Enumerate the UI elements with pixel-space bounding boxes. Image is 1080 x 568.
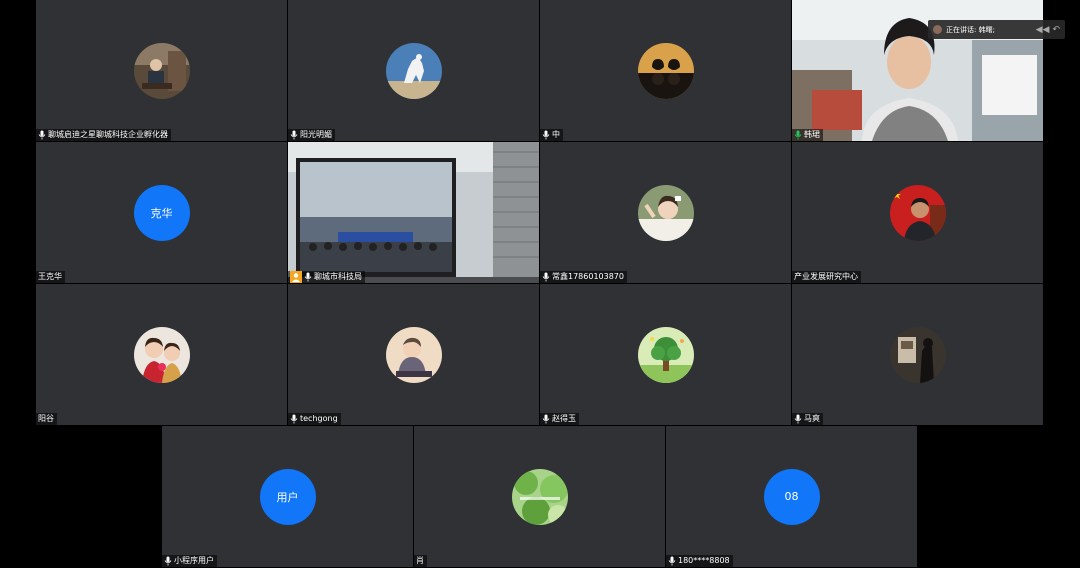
microphone-icon (668, 556, 676, 566)
participant-label: 王克华 (36, 271, 65, 283)
participant-tile[interactable]: 用户 小程序用户 (162, 426, 413, 567)
avatar (889, 184, 946, 241)
speaking-indicator[interactable]: 正在讲话: 韩曙; ◀◀ ↶ (928, 20, 1065, 39)
microphone-icon (164, 556, 172, 566)
participant-label: 产业发展研究中心 (792, 271, 861, 283)
participant-name: 赵得玉 (552, 414, 576, 423)
microphone-icon (290, 414, 298, 424)
participant-tile[interactable]: techgong (288, 284, 539, 425)
participant-label: 阳光明媚 (288, 129, 335, 141)
participant-label: 阳谷 (36, 413, 57, 425)
participant-tile[interactable]: 马爽 (792, 284, 1043, 425)
avatar (385, 326, 442, 383)
avatar (637, 184, 694, 241)
host-icon (290, 271, 302, 283)
participant-name: 聊城启迪之星聊城科技企业孵化器 (48, 130, 168, 139)
participant-tile[interactable]: 赵得玉 (540, 284, 791, 425)
participant-name: 韩珺 (804, 130, 820, 139)
microphone-icon (290, 130, 298, 140)
participant-name: 聊城市科技局 (314, 272, 362, 281)
avatar (385, 42, 442, 99)
participant-tile[interactable]: 聊城启迪之星聊城科技企业孵化器 (36, 0, 287, 141)
participant-tile[interactable]: 阳谷 (36, 284, 287, 425)
participant-name: 产业发展研究中心 (794, 272, 858, 281)
participant-label: 常鑫17860103870 (540, 271, 627, 283)
participant-label: 韩珺 (792, 129, 823, 141)
participant-tile[interactable]: 常鑫17860103870 (540, 142, 791, 283)
avatar: 用户 (259, 468, 316, 525)
microphone-icon (542, 130, 550, 140)
avatar (637, 326, 694, 383)
participant-tile[interactable]: 产业发展研究中心 (792, 142, 1043, 283)
participant-label: 中 (540, 129, 563, 141)
participant-label: 聊城市科技局 (288, 271, 365, 283)
avatar (889, 326, 946, 383)
participant-tile[interactable]: 肖 (414, 426, 665, 567)
participant-name: 小程序用户 (174, 556, 214, 565)
participant-label: 马爽 (792, 413, 823, 425)
participant-label: 小程序用户 (162, 555, 217, 567)
microphone-icon (542, 414, 550, 424)
participant-tile[interactable]: 中 (540, 0, 791, 141)
participant-name: 王克华 (38, 272, 62, 281)
participant-tile[interactable]: 克华 王克华 (36, 142, 287, 283)
microphone-icon (304, 272, 312, 282)
participant-label: 肖 (414, 555, 427, 567)
avatar: 08 (763, 468, 820, 525)
microphone-icon (38, 130, 46, 140)
participant-name: 常鑫17860103870 (552, 272, 624, 281)
microphone-icon (542, 272, 550, 282)
participant-tile[interactable]: 聊城市科技局 (288, 142, 539, 283)
participant-name: 180****8808 (678, 556, 730, 565)
participant-name: 肖 (416, 556, 424, 565)
participant-tile[interactable]: 08 180****8808 (666, 426, 917, 567)
participant-label: 聊城启迪之星聊城科技企业孵化器 (36, 129, 171, 141)
participant-tile[interactable]: 阳光明媚 (288, 0, 539, 141)
participant-name: 阳谷 (38, 414, 54, 423)
speaking-label: 正在讲话: 韩曙; (946, 25, 995, 34)
back-arrow-icon[interactable]: ↶ (1052, 25, 1060, 35)
participant-name: 马爽 (804, 414, 820, 423)
avatar: 克华 (133, 184, 190, 241)
participant-video (288, 142, 539, 283)
video-grid: 聊城启迪之星聊城科技企业孵化器 阳光明媚 中 韩珺 克华 王克华 聊城市科技局 … (0, 0, 1080, 568)
participant-label: techgong (288, 413, 341, 425)
participant-label: 180****8808 (666, 555, 733, 567)
speaker-avatar (933, 25, 942, 34)
microphone-active-icon (794, 130, 802, 140)
avatar (511, 468, 568, 525)
participant-name: 阳光明媚 (300, 130, 332, 139)
participant-name: 中 (552, 130, 560, 139)
avatar (637, 42, 694, 99)
volume-icon[interactable]: ◀◀ (1036, 25, 1050, 35)
participant-label: 赵得玉 (540, 413, 579, 425)
avatar (133, 326, 190, 383)
participant-name: techgong (300, 414, 338, 423)
avatar (133, 42, 190, 99)
microphone-icon (794, 414, 802, 424)
